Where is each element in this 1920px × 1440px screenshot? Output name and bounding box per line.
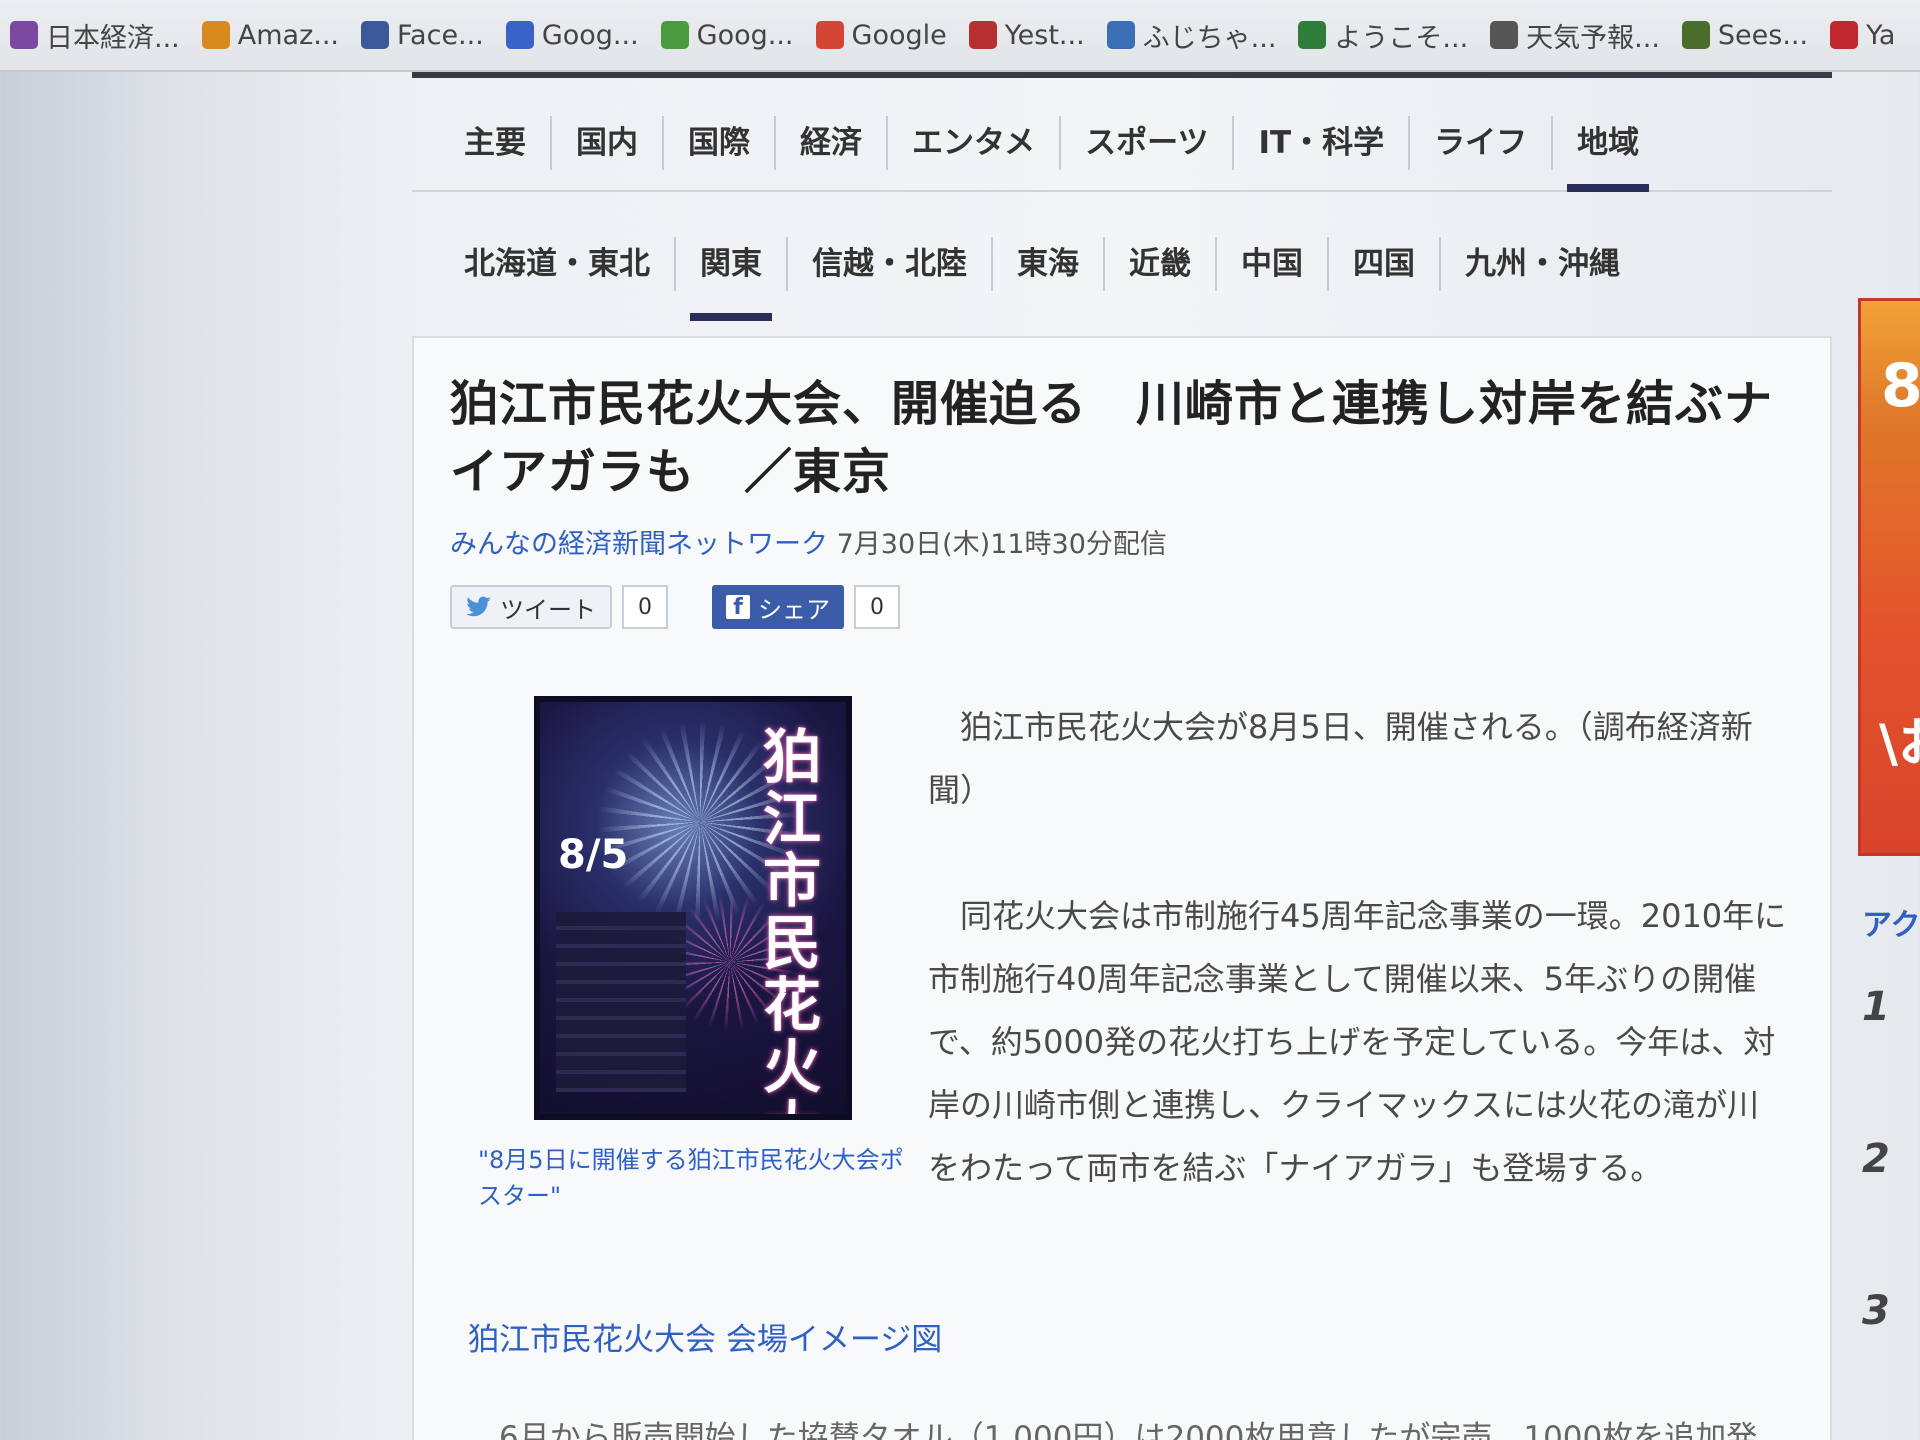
rank-number[interactable]: 2 bbox=[1862, 1136, 1890, 1182]
bookmark-label: 天気予報... bbox=[1526, 22, 1660, 54]
bookmark-label: Goog... bbox=[696, 19, 794, 51]
ranking-heading: アク bbox=[1862, 908, 1920, 943]
bookmark-label: Face... bbox=[397, 19, 484, 51]
ad-text: 8 bbox=[1881, 351, 1920, 421]
paragraph: 6月から販売開始した協賛タオル（1,000円）は2000枚用意したが完売。100… bbox=[499, 1420, 1758, 1440]
bookmark-item[interactable]: ふじちゃ... bbox=[1106, 16, 1277, 55]
twitter-bird-icon bbox=[466, 596, 491, 617]
facebook-icon bbox=[361, 21, 389, 49]
poster-date: 8/5 bbox=[558, 832, 629, 878]
rank-number[interactable]: 3 bbox=[1862, 1288, 1890, 1334]
tab-region-2[interactable]: 信越・北陸 bbox=[786, 237, 991, 291]
article-content: 8/5 狛江市民花火大会 "8月5日に開催する狛江市民花火大会ポスター" 狛江市… bbox=[448, 696, 1798, 1440]
article-byline: みんなの経済新聞ネットワーク 7月30日(木)11時30分配信 bbox=[450, 522, 1794, 561]
bookmark-item[interactable]: Goog... bbox=[660, 19, 794, 51]
bookmark-item[interactable]: Ya bbox=[1830, 20, 1895, 51]
tab-region-6[interactable]: 四国 bbox=[1327, 237, 1439, 291]
article-body: 狛江市民花火大会が8月5日、開催される。（調布経済新聞） 同花火大会は市制施行4… bbox=[928, 696, 1788, 1263]
article-figure: 8/5 狛江市民花火大会 "8月5日に開催する狛江市民花火大会ポスター" bbox=[468, 696, 908, 1214]
bookmark-item[interactable]: Face... bbox=[361, 20, 484, 51]
tab-category-0[interactable]: 主要 bbox=[452, 116, 550, 170]
bookmark-label: Amaz... bbox=[237, 19, 339, 51]
bookmark-label: 日本経済... bbox=[46, 22, 180, 54]
bookmark-item[interactable]: Yest... bbox=[968, 19, 1085, 51]
tab-category-1[interactable]: 国内 bbox=[550, 116, 662, 170]
bookmark-item[interactable]: Google bbox=[815, 19, 947, 51]
main-column: 主要 国内 国際 経済 エンタメ スポーツ IT・科学 ライフ 地域 北海道・東北 関東 信越・北陸… bbox=[412, 72, 1832, 1440]
article-date: 7月30日(木)11時30分配信 bbox=[836, 529, 1167, 560]
fujicha-icon bbox=[1106, 21, 1135, 49]
tab-category-4[interactable]: エンタメ bbox=[886, 116, 1059, 170]
bookmark-item[interactable]: 日本経済... bbox=[10, 16, 180, 55]
bookmark-label: Sees... bbox=[1717, 19, 1809, 51]
share-count: 0 bbox=[854, 585, 900, 629]
tab-category-8[interactable]: 地域 bbox=[1551, 116, 1663, 192]
bookmark-item[interactable]: 天気予報... bbox=[1490, 16, 1660, 55]
tweet-button[interactable]: ツイート bbox=[450, 585, 612, 629]
bookmark-item[interactable]: Amaz... bbox=[201, 19, 339, 51]
category-nav: 主要 国内 国際 経済 エンタメ スポーツ IT・科学 ライフ 地域 bbox=[412, 96, 1832, 192]
share-label: シェア bbox=[758, 595, 830, 624]
yahoo-icon bbox=[1830, 21, 1859, 49]
bookmark-label: ふじちゃ... bbox=[1142, 22, 1277, 54]
tab-region-1[interactable]: 関東 bbox=[674, 237, 786, 321]
bookmark-label: Yest... bbox=[1004, 19, 1085, 51]
tab-category-6[interactable]: IT・科学 bbox=[1232, 116, 1408, 170]
share-row: ツイート 0 f シェア 0 bbox=[450, 585, 1794, 629]
yest-icon bbox=[968, 21, 997, 49]
tab-category-3[interactable]: 経済 bbox=[774, 116, 886, 170]
right-rail: 8 \お アク 1 2 3 bbox=[1858, 294, 1920, 1440]
weather-icon bbox=[1490, 21, 1519, 49]
venue-map-link[interactable]: 狛江市民花火大会 会場イメージ図 bbox=[468, 1314, 942, 1359]
tweet-count: 0 bbox=[622, 585, 668, 629]
bookmark-label: Google bbox=[851, 19, 947, 51]
tab-region-0[interactable]: 北海道・東北 bbox=[452, 237, 674, 291]
tab-category-5[interactable]: スポーツ bbox=[1059, 116, 1232, 170]
facebook-share-button[interactable]: f シェア bbox=[712, 585, 844, 629]
tab-region-7[interactable]: 九州・沖縄 bbox=[1439, 237, 1644, 291]
bookmark-label: Goog... bbox=[541, 19, 639, 51]
tweet-label: ツイート bbox=[500, 595, 596, 624]
bookmark-label: ようこそ... bbox=[1334, 22, 1469, 54]
bookmark-item[interactable]: Goog... bbox=[505, 19, 639, 51]
tab-region-5[interactable]: 中国 bbox=[1215, 237, 1327, 291]
header-rule bbox=[412, 72, 1832, 78]
fireworks-poster-image[interactable]: 8/5 狛江市民花火大会 bbox=[534, 696, 852, 1120]
rank-number[interactable]: 1 bbox=[1862, 984, 1890, 1030]
google-calendar-icon bbox=[505, 21, 534, 49]
tab-region-3[interactable]: 東海 bbox=[991, 237, 1103, 291]
paragraph: 同花火大会は市制施行45周年記念事業の一環。2010年に市制施行40周年記念事業… bbox=[928, 897, 1787, 1187]
amazon-icon bbox=[201, 21, 230, 49]
image-caption: "8月5日に開催する狛江市民花火大会ポスター" bbox=[478, 1146, 904, 1210]
article-source-link[interactable]: みんなの経済新聞ネットワーク bbox=[450, 529, 828, 560]
tab-category-7[interactable]: ライフ bbox=[1408, 116, 1551, 170]
poster-info-block bbox=[556, 912, 686, 1092]
paragraph: 狛江市民花火大会が8月5日、開催される。（調布経済新聞） bbox=[928, 708, 1753, 809]
nikkei-icon bbox=[10, 21, 38, 49]
facebook-icon: f bbox=[726, 595, 750, 620]
facebook-share: f シェア 0 bbox=[712, 585, 900, 629]
bookmark-item[interactable]: ようこそ... bbox=[1298, 16, 1468, 55]
tab-region-4[interactable]: 近畿 bbox=[1103, 237, 1215, 291]
ad-text: \お bbox=[1879, 714, 1920, 774]
tab-category-2[interactable]: 国際 bbox=[662, 116, 774, 170]
tweet-share: ツイート 0 bbox=[450, 585, 668, 629]
sees-icon bbox=[1681, 21, 1710, 49]
bookmarks-bar: 日本経済... Amaz... Face... Goog... Goog... Googl… bbox=[0, 0, 1920, 72]
ad-banner[interactable]: 8 \お bbox=[1858, 298, 1920, 856]
bookmark-item[interactable]: Sees... bbox=[1681, 19, 1809, 51]
article-headline: 狛江市民花火大会、開催迫る 川崎市と連携し対岸を結ぶナイアガラも ／東京 bbox=[450, 376, 1774, 500]
google-icon bbox=[815, 21, 844, 49]
youkoso-icon bbox=[1298, 21, 1327, 49]
poster-title: 狛江市民花火大会 bbox=[762, 723, 821, 1114]
google-maps-icon bbox=[660, 21, 689, 49]
bookmark-label: Ya bbox=[1866, 19, 1896, 51]
region-nav: 北海道・東北 関東 信越・北陸 東海 近畿 中国 四国 九州・沖縄 bbox=[412, 194, 1832, 334]
